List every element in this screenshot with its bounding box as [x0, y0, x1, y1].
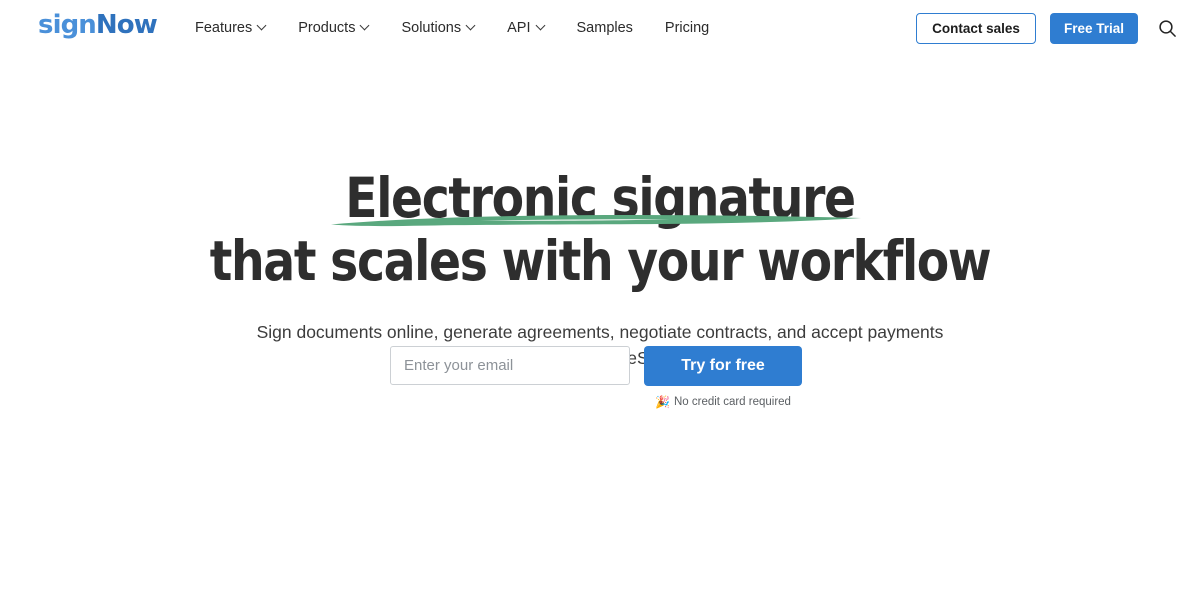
- signup-form: Try for free 🎉 No credit card required: [390, 346, 810, 408]
- no-credit-card-note: 🎉 No credit card required: [655, 396, 791, 408]
- email-input[interactable]: [390, 346, 630, 385]
- contact-sales-button[interactable]: Contact sales: [916, 13, 1036, 44]
- landing-page: signNow Features Products Solutions API …: [0, 0, 1200, 600]
- nav-item-samples[interactable]: Samples: [577, 18, 649, 38]
- party-popper-icon: 🎉: [655, 395, 670, 409]
- submit-column: Try for free 🎉 No credit card required: [644, 346, 802, 408]
- chevron-down-icon: [467, 22, 475, 30]
- nav-label: Features: [195, 20, 253, 36]
- logo-text-now: Now: [95, 10, 158, 40]
- headline-line-2: that scales with your workflow: [209, 229, 992, 293]
- nav-item-products[interactable]: Products: [298, 18, 385, 38]
- no-credit-card-text: No credit card required: [673, 396, 791, 408]
- nav-item-features[interactable]: Features: [195, 18, 282, 38]
- logo-text-sign: sign: [38, 10, 97, 40]
- nav-item-solutions[interactable]: Solutions: [401, 18, 491, 38]
- search-button[interactable]: [1154, 16, 1180, 42]
- headline-block: Electronic signature that scales with yo…: [0, 167, 1200, 293]
- hero-section: Electronic signature that scales with yo…: [0, 57, 1200, 371]
- site-header: signNow Features Products Solutions API …: [0, 0, 1200, 57]
- chevron-down-icon: [361, 22, 369, 30]
- nav-label: API: [507, 20, 531, 36]
- chevron-down-icon: [258, 22, 266, 30]
- nav-item-api[interactable]: API: [507, 18, 560, 38]
- signnow-logo[interactable]: signNow: [38, 10, 158, 40]
- free-trial-button[interactable]: Free Trial: [1049, 13, 1138, 44]
- nav-label: Products: [298, 20, 356, 36]
- search-icon: [1158, 20, 1176, 37]
- header-actions: Contact sales Free Trial: [916, 13, 1180, 44]
- headline-line-1: Electronic signature: [345, 166, 856, 230]
- nav-label: Pricing: [664, 20, 710, 36]
- main-navigation: Features Products Solutions API Samples …: [195, 18, 709, 38]
- nav-label: Solutions: [401, 20, 462, 36]
- chevron-down-icon: [537, 22, 545, 30]
- nav-label: Samples: [576, 20, 633, 36]
- nav-item-pricing[interactable]: Pricing: [665, 18, 709, 38]
- try-for-free-button[interactable]: Try for free: [644, 346, 802, 386]
